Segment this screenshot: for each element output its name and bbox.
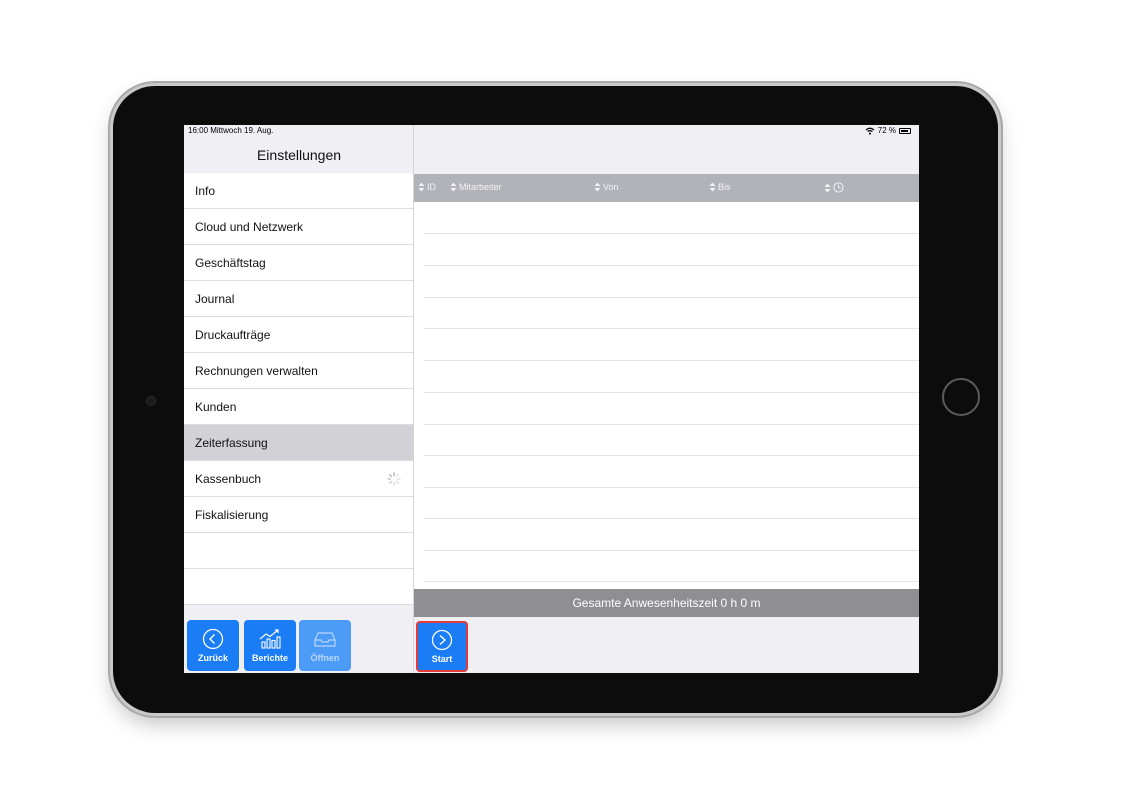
status-right: 72 % [865,126,911,135]
sidebar-item-label: Rechnungen verwalten [195,363,318,378]
sidebar-item-label: Kunden [195,399,237,414]
table-row-divider [424,455,919,456]
status-time: 16:00 Mittwoch 19. Aug. [188,126,274,135]
column-header-from[interactable]: Von [594,182,619,192]
loading-spinner-icon [387,472,401,486]
sort-icon [418,182,425,192]
column-header-employee[interactable]: Mitarbeiter [450,182,502,192]
time-tracking-panel: ID Mitarbeiter Von Bis Gesamte Anwesenhe… [414,125,919,673]
sort-icon [594,182,601,192]
column-header-to[interactable]: Bis [709,182,731,192]
settings-list: Info Cloud und Netzwerk Geschäftstag Jou… [184,173,413,605]
back-button-label: Zurück [197,653,228,663]
status-bar: 16:00 Mittwoch 19. Aug. 72 % [184,125,919,137]
column-header-label: ID [427,182,436,192]
start-button[interactable]: Start [416,621,468,672]
sidebar-item-label: Cloud und Netzwerk [195,219,304,234]
battery-icon [899,127,911,134]
table-row-divider [424,518,919,519]
sidebar-empty-row [184,533,413,569]
open-button[interactable]: Öffnen [299,620,351,671]
chevron-left-circle-icon [202,628,224,650]
table-row-divider [424,297,919,298]
sidebar-toolbar: Zurück Berichte Öffnen [184,616,413,673]
sidebar-item-label: Zeiterfassung [195,435,268,450]
camera [146,396,156,406]
sidebar-item-time-tracking[interactable]: Zeiterfassung [184,425,413,461]
sidebar-item-info[interactable]: Info [184,173,413,209]
sidebar-item-print-jobs[interactable]: Druckaufträge [184,317,413,353]
column-header-duration[interactable] [824,182,844,193]
reports-button[interactable]: Berichte [244,620,296,671]
open-button-label: Öffnen [310,653,340,663]
chart-trend-icon [259,629,281,649]
table-row-divider [424,424,919,425]
column-header-label: Von [603,182,619,192]
table-row-divider [424,233,919,234]
sort-icon [450,182,457,192]
total-attendance-bar: Gesamte Anwesenheitszeit 0 h 0 m [414,589,919,617]
sidebar-item-label: Druckaufträge [195,327,271,342]
wifi-icon [865,127,875,135]
sidebar-item-customers[interactable]: Kunden [184,389,413,425]
table-row-divider [424,360,919,361]
sidebar-item-label: Geschäftstag [195,255,266,270]
back-button[interactable]: Zurück [187,620,239,671]
table-row-divider [424,550,919,551]
sidebar-item-business-day[interactable]: Geschäftstag [184,245,413,281]
table-row-divider [424,581,919,582]
sidebar-item-journal[interactable]: Journal [184,281,413,317]
screen: 16:00 Mittwoch 19. Aug. 72 % Einstellung… [184,125,919,673]
table-row-divider [424,392,919,393]
sidebar-item-label: Journal [195,291,235,306]
column-header-label: Mitarbeiter [459,182,502,192]
sidebar-item-manage-invoices[interactable]: Rechnungen verwalten [184,353,413,389]
table-row-divider [424,328,919,329]
battery-percent: 72 % [877,126,896,135]
total-attendance-label: Gesamte Anwesenheitszeit 0 h 0 m [572,596,761,610]
home-button[interactable] [942,378,980,416]
drawer-tray-icon [314,632,336,647]
sort-icon [709,182,716,192]
sidebar-item-cash-book[interactable]: Kassenbuch [184,461,413,497]
sidebar-item-label: Info [195,183,216,198]
sort-icon [824,183,831,192]
clock-icon [833,182,844,193]
sidebar-item-label: Kassenbuch [195,471,262,486]
sidebar-item-cloud-network[interactable]: Cloud und Netzwerk [184,209,413,245]
play-circle-icon [431,629,453,651]
column-header-id[interactable]: ID [418,182,436,192]
sidebar-item-label: Fiskalisierung [195,507,269,522]
sidebar-empty-row [184,569,413,605]
table-header: ID Mitarbeiter Von Bis [414,174,919,202]
table-row-divider [424,265,919,266]
start-button-label: Start [431,654,453,664]
table-row-divider [424,487,919,488]
column-header-label: Bis [718,182,731,192]
sidebar-item-fiscalization[interactable]: Fiskalisierung [184,497,413,533]
reports-button-label: Berichte [251,653,288,663]
time-entries-table [414,202,919,589]
sidebar-title: Einstellungen [256,147,342,163]
settings-sidebar: Einstellungen Info Cloud und Netzwerk Ge… [184,125,414,673]
